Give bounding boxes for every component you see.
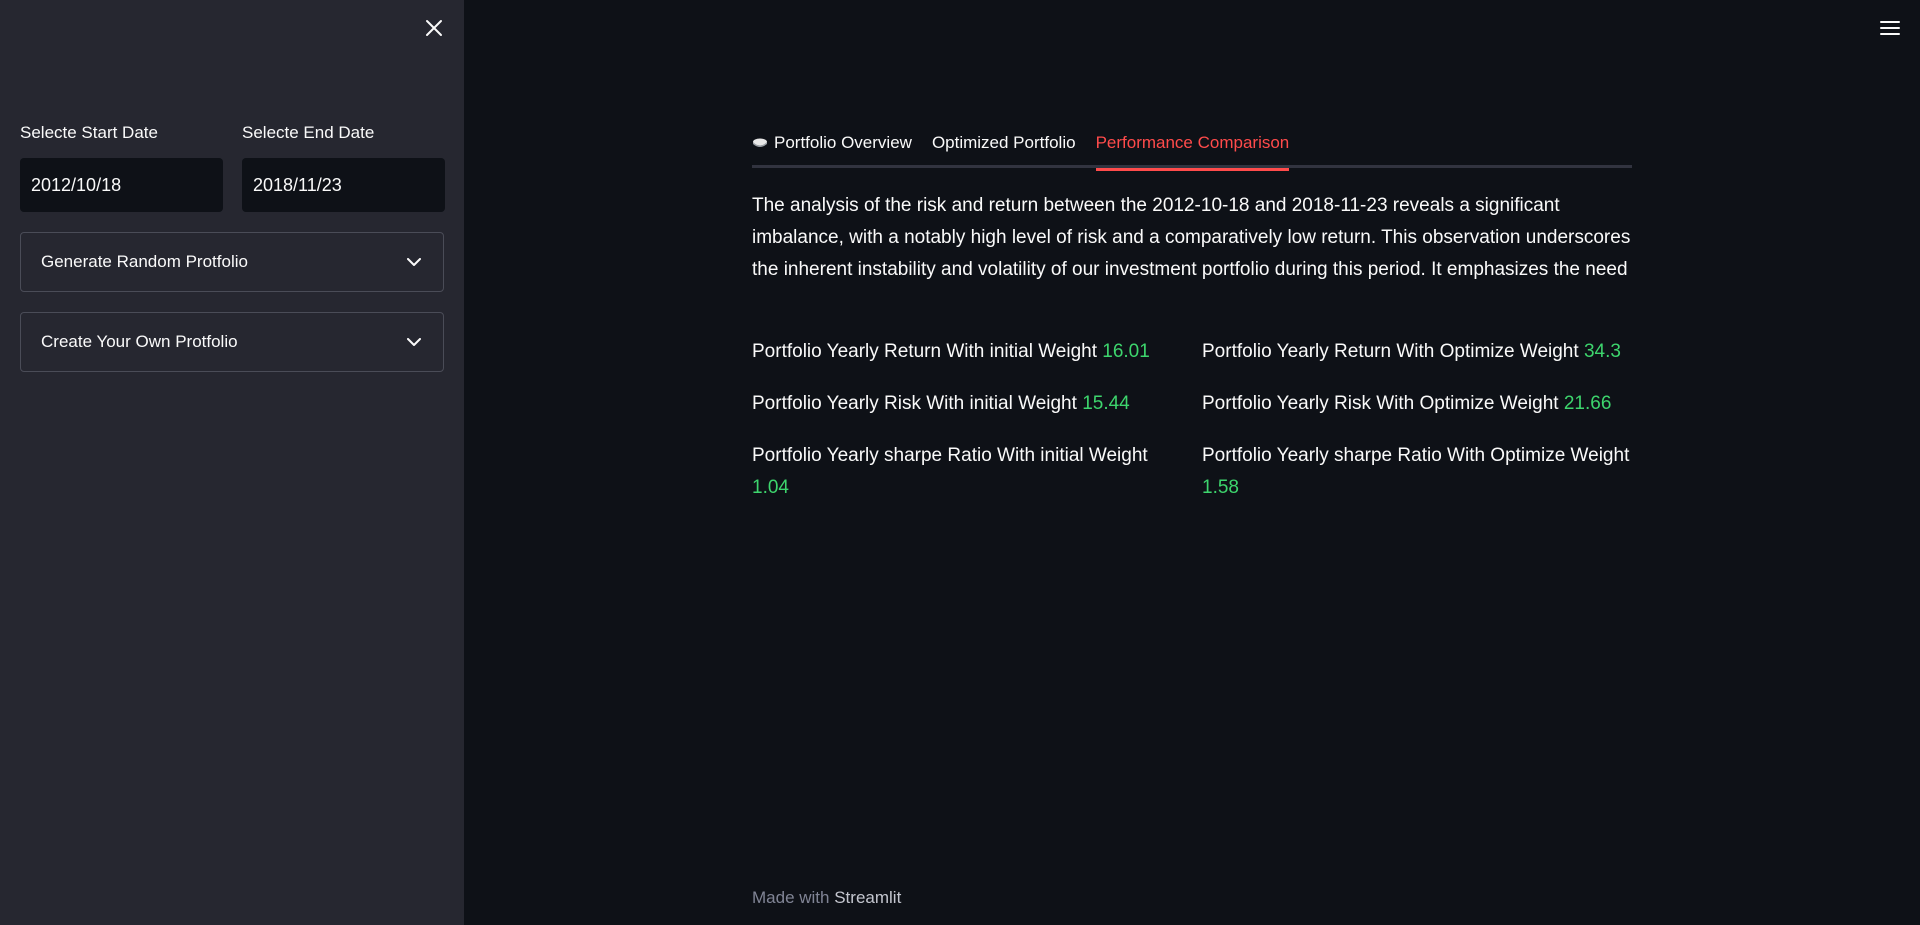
metric-label: Portfolio Yearly Risk With Optimize Weig… — [1202, 393, 1559, 414]
metric-label: Portfolio Yearly Return With Optimize We… — [1202, 341, 1579, 362]
metric-value: 21.66 — [1563, 393, 1612, 414]
generate-random-portfolio-expander[interactable]: Generate Random Protfolio — [20, 232, 444, 292]
create-own-portfolio-expander[interactable]: Create Your Own Protfolio — [20, 312, 444, 372]
metric-value: 15.44 — [1082, 393, 1130, 414]
end-date-group: Selecte End Date — [242, 122, 445, 212]
metric-value: 34.3 — [1583, 341, 1621, 362]
metric-label: Portfolio Yearly Risk With initial Weigh… — [752, 393, 1077, 414]
tab-portfolio-overview[interactable]: Portfolio Overview — [752, 120, 912, 168]
metric-value: 1.04 — [752, 477, 789, 498]
metric-value: 16.01 — [1102, 341, 1150, 362]
hamburger-menu-icon — [1880, 21, 1900, 35]
main-menu-button[interactable] — [1876, 14, 1904, 42]
expander-label: Generate Random Protfolio — [41, 252, 248, 271]
tab-performance-comparison[interactable]: Performance Comparison — [1095, 120, 1290, 171]
start-date-label: Selecte Start Date — [20, 123, 158, 142]
metric-risk-initial: Portfolio Yearly Risk With initial Weigh… — [752, 388, 1172, 420]
metric-label: Portfolio Yearly Return With initial Wei… — [752, 341, 1097, 362]
metric-return-optimize: Portfolio Yearly Return With Optimize We… — [1202, 336, 1632, 368]
metric-sharpe-initial: Portfolio Yearly sharpe Ratio With initi… — [752, 440, 1172, 504]
metric-risk-optimize: Portfolio Yearly Risk With Optimize Weig… — [1202, 388, 1632, 420]
start-date-input[interactable] — [20, 158, 223, 212]
sidebar: Selecte Start Date Selecte End Date Gene… — [0, 0, 464, 925]
metric-value: 1.58 — [1202, 477, 1239, 498]
money-icon — [752, 137, 768, 149]
streamlit-link[interactable]: Streamlit — [834, 888, 901, 907]
metric-sharpe-optimize: Portfolio Yearly sharpe Ratio With Optim… — [1202, 440, 1632, 504]
metric-return-initial: Portfolio Yearly Return With initial Wei… — [752, 336, 1172, 368]
metric-label: Portfolio Yearly sharpe Ratio With Optim… — [1202, 445, 1630, 466]
tab-label: Performance Comparison — [1095, 133, 1290, 152]
close-icon — [426, 20, 442, 36]
tab-bar: Portfolio Overview Optimized Portfolio P… — [752, 120, 1632, 171]
start-date-group: Selecte Start Date — [20, 122, 223, 212]
chevron-down-icon — [405, 253, 423, 271]
expander-label: Create Your Own Protfolio — [41, 332, 238, 351]
metric-label: Portfolio Yearly sharpe Ratio With initi… — [752, 445, 1148, 466]
tab-optimized-portfolio[interactable]: Optimized Portfolio — [932, 120, 1076, 168]
footer: Made with Streamlit — [752, 888, 901, 908]
footer-prefix: Made with — [752, 888, 830, 907]
chevron-down-icon — [405, 333, 423, 351]
close-sidebar-button[interactable] — [420, 14, 448, 42]
tab-label: Portfolio Overview — [774, 133, 912, 152]
end-date-label: Selecte End Date — [242, 123, 375, 142]
end-date-input[interactable] — [242, 158, 445, 212]
analysis-text: The analysis of the risk and return betw… — [752, 195, 1631, 280]
tab-label: Optimized Portfolio — [931, 133, 1076, 152]
